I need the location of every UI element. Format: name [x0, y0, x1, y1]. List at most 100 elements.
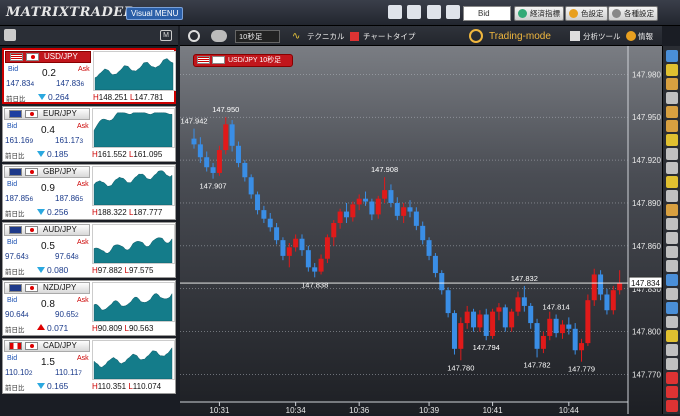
drawing-tool-icon[interactable]: [666, 358, 678, 370]
ca-flag-icon: [9, 342, 22, 350]
x-tick-label: 10:36: [349, 406, 370, 414]
drawing-tool-icon[interactable]: [666, 344, 678, 356]
ask-price[interactable]: 90.652: [55, 310, 79, 319]
y-tick-label: 147.980: [632, 70, 661, 79]
candle-body: [477, 314, 483, 328]
candle-body: [204, 157, 210, 168]
trading-mode-button[interactable]: Trading-mode: [489, 31, 551, 42]
drawing-tool-icon[interactable]: [666, 120, 678, 132]
pair-label[interactable]: EUR/JPY: [4, 108, 90, 120]
board-icon[interactable]: [4, 29, 16, 41]
drawing-tool-icon[interactable]: [666, 372, 678, 384]
prev-day-label: 前日比: [5, 269, 25, 276]
rate-panel-usd-jpy[interactable]: USD/JPY Bid Ask 0.2 147.834 147.836 前日比 …: [2, 48, 176, 104]
print-icon[interactable]: [427, 5, 441, 19]
candle-body: [496, 307, 502, 312]
color-settings-button[interactable]: 色設定: [565, 6, 608, 21]
pair-label[interactable]: CAD/JPY: [4, 340, 90, 352]
ask-price[interactable]: 110.117: [55, 368, 82, 377]
eu-flag-icon: [9, 110, 22, 118]
mini-chart[interactable]: [92, 224, 175, 264]
candle-body: [572, 328, 578, 351]
drawing-tool-icon[interactable]: [666, 106, 678, 118]
pair-label[interactable]: GBP/JPY: [4, 166, 90, 178]
mail-icon[interactable]: [407, 5, 421, 19]
drawing-tool-icon[interactable]: [666, 302, 678, 314]
mini-chart[interactable]: [92, 108, 175, 148]
candle-body: [248, 177, 254, 195]
drawing-tool-icon[interactable]: [666, 176, 678, 188]
bid-price[interactable]: 187.856: [5, 194, 33, 203]
drawing-tool-icon[interactable]: [666, 204, 678, 216]
drawing-tool-icon[interactable]: [666, 50, 678, 62]
info-button[interactable]: 情報: [638, 30, 653, 43]
bid-price[interactable]: 161.169: [5, 136, 33, 145]
pair-label[interactable]: AUD/JPY: [4, 224, 90, 236]
technical-button[interactable]: テクニカル: [307, 30, 345, 43]
candle-body: [286, 247, 292, 256]
ask-price[interactable]: 97.648: [55, 252, 79, 261]
drawing-tool-icon[interactable]: [666, 274, 678, 286]
rate-panel-eur-jpy[interactable]: EUR/JPY Bid Ask 0.4 161.169 161.173 前日比 …: [2, 106, 176, 162]
timeframe-select[interactable]: 10秒足: [235, 30, 280, 43]
drawing-tool-icon[interactable]: [666, 400, 678, 412]
drawing-tool-icon[interactable]: [666, 190, 678, 202]
drawing-tool-icon[interactable]: [666, 386, 678, 398]
drawing-tool-icon[interactable]: [666, 134, 678, 146]
mini-chart[interactable]: [92, 166, 175, 206]
spread-value: 0.8: [41, 299, 55, 310]
rate-panel-gbp-jpy[interactable]: GBP/JPY Bid Ask 0.9 187.856 187.865 前日比 …: [2, 164, 176, 220]
clock-icon[interactable]: [211, 30, 227, 42]
drawing-tool-icon[interactable]: [666, 218, 678, 230]
us-flag-icon: [10, 53, 23, 61]
bid-price[interactable]: 147.834: [6, 79, 34, 88]
candle-body: [312, 267, 318, 272]
folder-icon[interactable]: [446, 5, 460, 19]
drawing-tool-icon[interactable]: [666, 64, 678, 76]
zoom-icon[interactable]: [188, 30, 200, 42]
jp-flag-icon: [25, 168, 38, 176]
chart-canvas: 147.980 147.950 147.920 147.890 147.860 147.8…: [180, 46, 663, 415]
pair-label[interactable]: NZD/JPY: [4, 282, 90, 294]
bid-price[interactable]: 90.644: [5, 310, 29, 319]
analysis-icon: [570, 31, 580, 41]
candle-body: [216, 150, 222, 173]
ask-price[interactable]: 161.173: [55, 136, 83, 145]
bid-price[interactable]: 110.102: [5, 368, 33, 377]
visual-menu-button[interactable]: Visual MENU: [126, 7, 184, 20]
drawing-tool-icon[interactable]: [666, 288, 678, 300]
bid-ask-select[interactable]: Bid: [463, 6, 511, 21]
candle-body: [515, 297, 521, 312]
chart-type-button[interactable]: チャートタイプ: [363, 30, 415, 43]
bid-price[interactable]: 97.643: [5, 252, 29, 261]
drawing-tool-icon[interactable]: [666, 92, 678, 104]
rate-panel-aud-jpy[interactable]: AUD/JPY Bid Ask 0.5 97.643 97.648 前日比 0.…: [2, 222, 176, 278]
mini-chart[interactable]: [92, 282, 175, 322]
drawing-tool-icon[interactable]: [666, 148, 678, 160]
drawing-tool-icon[interactable]: [666, 316, 678, 328]
ask-price[interactable]: 147.836: [56, 79, 84, 88]
drawing-tool-icon[interactable]: [666, 260, 678, 272]
drawing-tool-icon[interactable]: [666, 246, 678, 258]
mini-chart[interactable]: [92, 340, 175, 380]
high-low-values: H90.809 L90.563: [92, 324, 154, 333]
drawing-tool-icon[interactable]: [666, 78, 678, 90]
x-tick-label: 10:39: [419, 406, 440, 414]
drawing-tool-icon[interactable]: [666, 162, 678, 174]
export-icon[interactable]: [388, 5, 402, 19]
drawing-tool-icon[interactable]: [666, 330, 678, 342]
economic-indicators-button[interactable]: 経済指標: [514, 6, 564, 21]
high-low-values: H110.351 L110.074: [92, 382, 162, 391]
rate-panel-cad-jpy[interactable]: CAD/JPY Bid Ask 1.5 110.102 110.117 前日比 …: [2, 338, 176, 394]
pair-label[interactable]: USD/JPY: [5, 51, 91, 63]
candle-body: [363, 198, 369, 202]
rate-panel-nzd-jpy[interactable]: NZD/JPY Bid Ask 0.8 90.644 90.652 前日比 0.…: [2, 280, 176, 336]
candlestick-chart[interactable]: 147.980 147.950 147.920 147.890 147.860 147.8…: [180, 46, 663, 415]
minimize-button[interactable]: M: [160, 30, 172, 41]
analysis-tools-button[interactable]: 分析ツール: [583, 30, 621, 43]
mini-chart[interactable]: [93, 51, 176, 91]
ask-price[interactable]: 187.865: [55, 194, 83, 203]
prev-day-label: 前日比: [6, 96, 26, 103]
drawing-tool-icon[interactable]: [666, 232, 678, 244]
general-settings-button[interactable]: 各種設定: [608, 6, 658, 21]
